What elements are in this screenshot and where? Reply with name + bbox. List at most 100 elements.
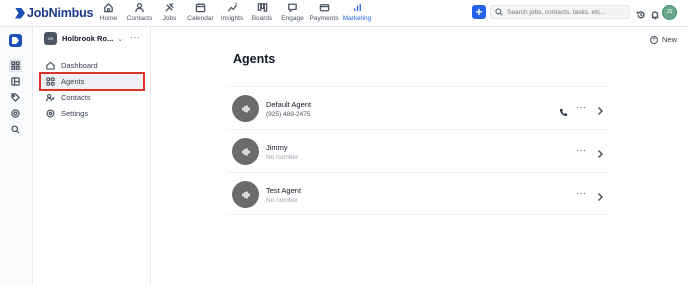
global-search[interactable] xyxy=(490,5,630,19)
agent-more-button[interactable]: ··· xyxy=(576,102,587,112)
sidebar-item-contacts[interactable]: Contacts xyxy=(41,90,143,105)
nav-engage-label: Engage xyxy=(281,15,304,22)
agent-avatar xyxy=(232,138,259,165)
agent-avatar xyxy=(232,181,259,208)
nav-engage[interactable]: Engage xyxy=(277,2,308,22)
agent-phone-number: (925) 489-2475 xyxy=(266,111,311,118)
agents-icon xyxy=(46,77,55,86)
new-button-label: New xyxy=(662,35,678,44)
left-rail xyxy=(0,27,33,285)
boards-icon xyxy=(257,3,267,12)
sidebar-item-dashboard[interactable]: Dashboard xyxy=(41,58,143,73)
agent-row[interactable]: Test Agent No number ··· xyxy=(227,172,609,215)
app-brand-icon[interactable] xyxy=(9,34,22,47)
sidebar-item-settings[interactable]: Settings xyxy=(41,106,143,121)
plus-circle-icon: + xyxy=(650,35,658,44)
agent-name: Jimmy xyxy=(266,143,288,152)
rail-grid-button[interactable] xyxy=(9,59,22,72)
agent-open-button[interactable] xyxy=(596,146,604,159)
agent-avatar xyxy=(232,95,259,122)
org-more-button[interactable]: ··· xyxy=(130,32,141,42)
chevron-right-icon xyxy=(597,192,604,202)
sidebar-item-label: Agents xyxy=(61,77,85,86)
nav-jobs[interactable]: Jobs xyxy=(155,2,184,22)
nav-calendar[interactable]: Calendar xyxy=(184,2,217,22)
logo-text: JobNimbus xyxy=(27,6,94,20)
agent-name: Test Agent xyxy=(266,186,302,195)
home-icon xyxy=(104,2,113,13)
marketing-sidebar: HR Holbrook Ro... ⌄ ··· Dashboard Agents… xyxy=(33,27,151,285)
rail-tag-button[interactable] xyxy=(9,91,22,104)
chevron-right-icon xyxy=(597,149,604,159)
nav-contacts-label: Contacts xyxy=(126,15,153,22)
nav-marketing[interactable]: Marketing xyxy=(340,2,374,22)
create-plus-button[interactable]: + xyxy=(472,5,486,19)
nav-payments[interactable]: Payments xyxy=(308,2,340,22)
agent-list: Default Agent (925) 489-2475 ··· Jimmy N… xyxy=(227,86,609,215)
marketing-icon xyxy=(353,3,361,12)
top-navigation-bar: JobNimbus Home Contacts Jobs Calendar In… xyxy=(0,0,688,27)
nav-home-label: Home xyxy=(99,15,118,22)
dashboard-icon xyxy=(46,61,55,70)
user-avatar[interactable]: JS xyxy=(662,5,677,20)
search-icon xyxy=(495,8,503,16)
bell-icon xyxy=(651,11,659,20)
org-switcher[interactable]: HR Holbrook Ro... ⌄ xyxy=(44,32,123,45)
nav-payments-label: Payments xyxy=(309,15,339,22)
org-name: Holbrook Ro... xyxy=(62,34,114,43)
rail-layout-button[interactable] xyxy=(9,75,22,88)
insights-icon xyxy=(227,2,238,12)
chevron-down-icon: ⌄ xyxy=(117,35,124,43)
phone-icon xyxy=(559,108,568,117)
tag-icon xyxy=(11,93,20,102)
nav-marketing-label: Marketing xyxy=(342,15,372,22)
contacts-icon xyxy=(46,93,55,102)
agent-name: Default Agent xyxy=(266,100,312,109)
nav-boards-label: Boards xyxy=(251,15,273,22)
rail-target-button[interactable] xyxy=(9,107,22,120)
sidebar-item-label: Settings xyxy=(61,109,89,118)
agent-row[interactable]: Default Agent (925) 489-2475 ··· xyxy=(227,86,609,129)
audio-wave-icon xyxy=(241,105,250,112)
calendar-icon xyxy=(195,3,206,13)
agent-phone-number: No number xyxy=(266,154,299,161)
logo-mark-icon xyxy=(15,7,25,19)
engage-icon xyxy=(288,3,297,13)
agent-more-button[interactable]: ··· xyxy=(576,145,587,155)
call-button[interactable] xyxy=(559,104,568,117)
nav-jobs-label: Jobs xyxy=(162,15,177,22)
main-nav: Home Contacts Jobs Calendar Insights Boa… xyxy=(93,2,374,22)
payments-icon xyxy=(319,4,329,12)
nav-home[interactable]: Home xyxy=(93,2,124,22)
org-badge: HR xyxy=(44,32,57,45)
sidebar-item-label: Dashboard xyxy=(61,61,98,70)
settings-icon xyxy=(46,109,55,118)
new-agent-button[interactable]: + New xyxy=(650,35,677,44)
agent-row[interactable]: Jimmy No number ··· xyxy=(227,129,609,172)
main-content: + New Agents Default Agent (925) 489-247… xyxy=(152,27,688,285)
chevron-right-icon xyxy=(597,106,604,116)
agent-phone-number: No number xyxy=(266,197,299,204)
layout-icon xyxy=(11,77,20,86)
rail-search-button[interactable] xyxy=(9,123,22,136)
agent-open-button[interactable] xyxy=(596,189,604,202)
nav-calendar-label: Calendar xyxy=(187,15,214,22)
jobnimbus-logo[interactable]: JobNimbus xyxy=(15,6,93,20)
search-icon xyxy=(11,125,20,134)
agent-open-button[interactable] xyxy=(596,103,604,116)
notifications-button[interactable] xyxy=(650,7,660,20)
contacts-icon xyxy=(135,3,144,13)
audio-wave-icon xyxy=(241,191,250,198)
nav-boards[interactable]: Boards xyxy=(247,2,277,22)
nav-contacts[interactable]: Contacts xyxy=(124,2,155,22)
search-input[interactable] xyxy=(507,8,627,16)
nav-insights[interactable]: Insights xyxy=(217,2,247,22)
jobs-icon xyxy=(165,2,174,12)
target-icon xyxy=(11,109,20,118)
history-icon xyxy=(636,11,645,19)
agent-more-button[interactable]: ··· xyxy=(576,188,587,198)
sidebar-item-agents[interactable]: Agents xyxy=(39,72,145,91)
grid-icon xyxy=(11,61,20,70)
history-button[interactable] xyxy=(636,7,646,19)
nav-insights-label: Insights xyxy=(220,15,244,22)
